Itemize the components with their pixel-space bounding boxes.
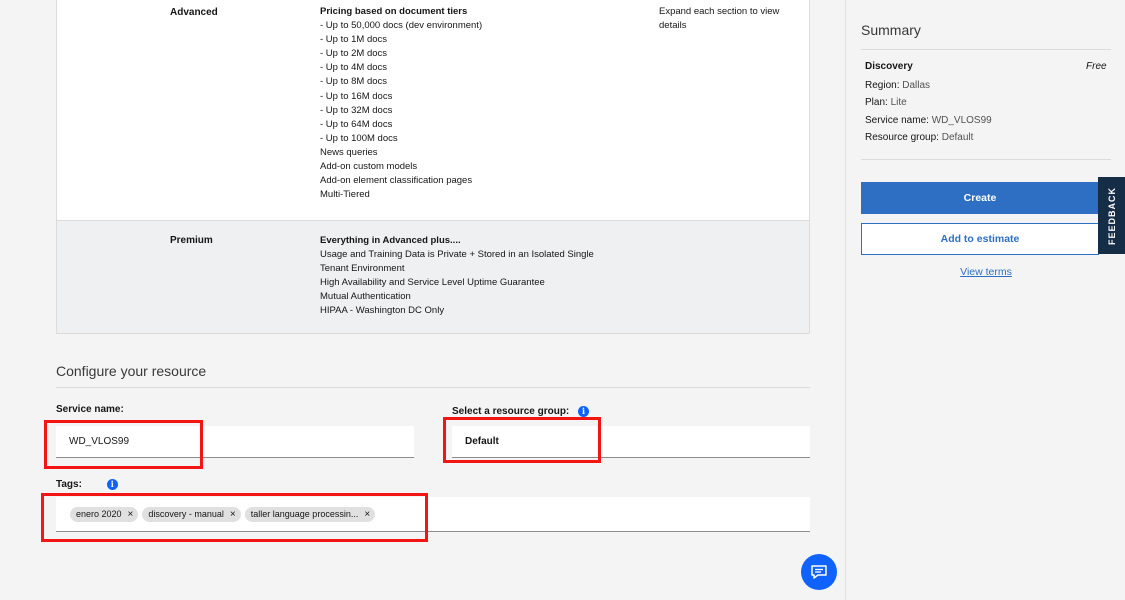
summary-service-name-label: Service name: bbox=[865, 115, 929, 126]
summary-divider bbox=[861, 49, 1111, 50]
feature-item: - Up to 64M docs bbox=[320, 118, 393, 130]
feature-item: Add-on custom models bbox=[320, 161, 418, 173]
plan-name-premium: Premium bbox=[170, 235, 213, 246]
tags-label: Tags: i bbox=[56, 479, 118, 490]
feature-item: - Up to 32M docs bbox=[320, 104, 393, 116]
page: Advanced Pricing based on document tiers… bbox=[0, 0, 1125, 600]
summary-product: Discovery bbox=[865, 61, 913, 72]
plan-features-advanced: Pricing based on document tiers - Up to … bbox=[320, 5, 482, 202]
resource-group-label-text: Select a resource group: bbox=[452, 406, 570, 418]
summary-plan-label: Plan: bbox=[865, 97, 888, 108]
chat-button[interactable] bbox=[801, 554, 837, 590]
plan-row-advanced: Advanced Pricing based on document tiers… bbox=[56, 0, 810, 220]
feature-item: HIPAA - Washington DC Only bbox=[320, 305, 445, 317]
feature-item: - Up to 1M docs bbox=[320, 34, 388, 46]
feature-item: - Up to 16M docs bbox=[320, 90, 393, 102]
summary-service-name-value: WD_VLOS99 bbox=[931, 115, 992, 126]
feature-item: - Up to 8M docs bbox=[320, 76, 388, 88]
summary-plan: Plan: Lite bbox=[865, 97, 907, 108]
summary-region: Region: Dallas bbox=[865, 80, 930, 91]
summary-price: Free bbox=[1086, 61, 1107, 72]
plan-table: Advanced Pricing based on document tiers… bbox=[56, 0, 810, 334]
feature-item: - Up to 100M docs bbox=[320, 132, 398, 144]
chat-icon bbox=[811, 565, 827, 579]
highlight-tags bbox=[41, 493, 428, 542]
plan-note: Expand each section to view details bbox=[659, 6, 780, 31]
summary-region-value: Dallas bbox=[902, 80, 931, 91]
feature-item: - Up to 50,000 docs (dev environment) bbox=[320, 20, 483, 32]
summary-region-label: Region: bbox=[865, 80, 900, 91]
feature-item: Mutual Authentication bbox=[320, 291, 411, 303]
feature-item: Usage and Training Data is Private + Sto… bbox=[320, 249, 594, 261]
feature-item: - Up to 2M docs bbox=[320, 48, 388, 60]
feature-item: Multi-Tiered bbox=[320, 189, 370, 201]
feature-item: Tenant Environment bbox=[320, 263, 405, 275]
summary-title: Summary bbox=[861, 22, 921, 38]
summary-service-name: Service name: WD_VLOS99 bbox=[865, 115, 992, 126]
info-icon[interactable]: i bbox=[106, 479, 118, 490]
summary-resource-group-value: Default bbox=[941, 132, 974, 143]
summary-panel: Summary Discovery Free Region: Dallas Pl… bbox=[845, 0, 1125, 600]
plan-features-premium: Everything in Advanced plus.... Usage an… bbox=[320, 234, 594, 319]
plan-name-advanced: Advanced bbox=[170, 7, 218, 18]
plan-row-premium: Premium Everything in Advanced plus.... … bbox=[56, 220, 810, 334]
features-title-premium: Everything in Advanced plus.... bbox=[320, 235, 461, 246]
configure-title: Configure your resource bbox=[56, 360, 810, 388]
info-icon[interactable]: i bbox=[578, 406, 590, 417]
highlight-service-name bbox=[44, 420, 203, 469]
feature-item: News queries bbox=[320, 146, 378, 158]
summary-resource-group-label: Resource group: bbox=[865, 132, 939, 143]
configure-section: Configure your resource bbox=[56, 360, 810, 388]
feature-item: High Availability and Service Level Upti… bbox=[320, 277, 545, 289]
summary-plan-value: Lite bbox=[890, 97, 907, 108]
feedback-label: FEEDBACK bbox=[1106, 186, 1117, 245]
tags-label-text: Tags: bbox=[56, 479, 82, 491]
feature-item: Add-on element classification pages bbox=[320, 175, 473, 187]
feature-item: - Up to 4M docs bbox=[320, 62, 388, 74]
highlight-resource-group bbox=[443, 417, 601, 463]
resource-group-label: Select a resource group: i bbox=[452, 406, 590, 418]
summary-divider bbox=[861, 159, 1111, 160]
view-terms-link[interactable]: View terms bbox=[861, 266, 1111, 278]
features-title-advanced: Pricing based on document tiers bbox=[320, 6, 468, 17]
add-to-estimate-button[interactable]: Add to estimate bbox=[861, 223, 1099, 255]
feedback-tab[interactable]: FEEDBACK bbox=[1098, 177, 1125, 254]
create-button[interactable]: Create bbox=[861, 182, 1099, 214]
service-name-label: Service name: bbox=[56, 404, 124, 415]
summary-resource-group: Resource group: Default bbox=[865, 132, 973, 143]
